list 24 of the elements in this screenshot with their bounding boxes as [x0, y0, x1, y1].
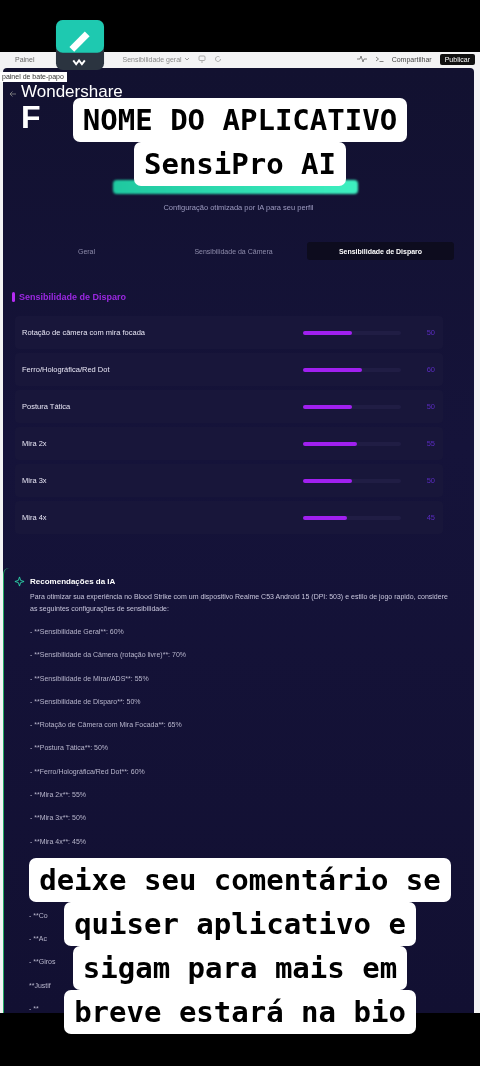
slider-track[interactable]: [303, 330, 401, 335]
pulse-icon[interactable]: [356, 55, 367, 63]
caption-text: NOME DO APLICATIVO: [72, 98, 408, 142]
sparkle-icon: [14, 576, 25, 587]
card-title: Recomendações da IA: [30, 577, 116, 586]
caption-text: breve estará na bio: [64, 990, 416, 1034]
slider-track[interactable]: [303, 367, 401, 372]
slider-track[interactable]: [303, 441, 401, 446]
monitor-icon[interactable]: [197, 55, 206, 63]
caption-text: sigam para mais em: [72, 946, 408, 990]
caption-text: quiser aplicativo e: [64, 902, 416, 946]
heading-text: F: [21, 100, 41, 134]
slider-track[interactable]: [303, 404, 401, 409]
refresh-icon[interactable]: [213, 55, 222, 63]
back-arrow-icon[interactable]: [9, 90, 17, 98]
chevron-down-icon: [183, 56, 190, 62]
section-marker: [12, 292, 15, 302]
section-title: Sensibilidade de Disparo: [19, 292, 127, 302]
slider-track[interactable]: [303, 478, 401, 483]
heading-text: Wondershare: [21, 84, 123, 100]
caption-text: deixe seu comentário se: [29, 858, 451, 902]
caption-text: SensiPro AI: [133, 142, 347, 186]
terminal-icon[interactable]: [374, 55, 384, 63]
slider-track[interactable]: [303, 515, 401, 520]
